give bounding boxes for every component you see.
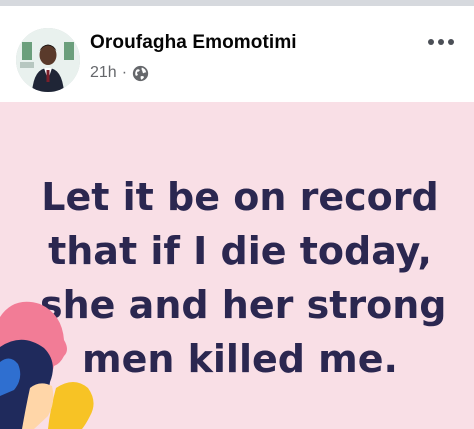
meta-separator: · <box>121 64 128 81</box>
post-meta: 21h · <box>90 62 149 84</box>
more-options-icon-dot <box>438 39 444 45</box>
more-options-icon-dot <box>428 39 434 45</box>
post-text-line: that if I die today, <box>48 229 432 273</box>
author-name[interactable]: Oroufagha Emomotimi <box>90 32 297 54</box>
avatar-photo <box>16 28 80 92</box>
post-text-card[interactable]: Let it be on record that if I die today,… <box>0 102 474 429</box>
avatar[interactable] <box>16 28 80 92</box>
post-time[interactable]: 21h <box>90 64 117 82</box>
post-text-line: Let it be on record <box>41 175 439 219</box>
globe-icon[interactable] <box>132 65 149 82</box>
more-options-icon-dot <box>448 39 454 45</box>
faces-silhouette-illustration <box>0 301 94 429</box>
more-options-button[interactable] <box>426 30 456 54</box>
post-header: Oroufagha Emomotimi 21h · <box>0 6 474 102</box>
